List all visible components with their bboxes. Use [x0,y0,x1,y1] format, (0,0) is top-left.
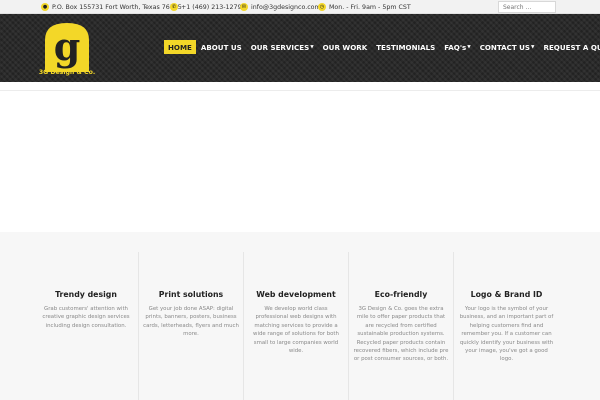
clock-icon: ◷ [318,3,326,11]
logo-letter: g [54,24,81,69]
phone-info[interactable]: ✆ +1 (469) 213-1279 [170,2,242,12]
site-header: g 3G Design & Co. HOME ABOUT US OUR SERV… [0,14,600,82]
service-web-development: Web development We develop world class p… [244,252,349,400]
phone-icon: ✆ [170,3,178,11]
service-logo-brand-id: Logo & Brand ID Your logo is the symbol … [454,252,559,400]
nav-request-a-quote[interactable]: REQUEST A QUOTE [540,40,600,54]
nav-request-a-quote-label: REQUEST A QUOTE [543,42,600,52]
service-title: Eco-friendly [374,290,428,299]
chevron-down-icon: ▼ [531,44,535,50]
services-section: Trendy design Grab customers' attention … [34,252,566,400]
service-text: 3G Design & Co. goes the extra mile to o… [353,306,449,363]
hours-text: Mon. - Fri. 9am - 5pm CST [329,3,411,11]
nav-home-label: HOME [168,42,192,52]
nav-about-us-label: ABOUT US [200,42,242,52]
top-info-bar: ● P.O. Box 155731 Fort Worth, Texas 7615… [0,0,600,14]
service-title: Web development [256,290,336,299]
nav-testimonials-label: TESTIMONIALS [376,42,436,52]
nav-our-services-label: OUR SERVICES [250,42,310,52]
map-marker-icon: ● [41,3,49,11]
service-eco-friendly: Eco-friendly 3G Design & Co. goes the ex… [349,252,454,400]
nav-our-work[interactable]: OUR WORK [319,40,372,54]
phone-text[interactable]: +1 (469) 213-1279 [181,4,242,11]
nav-home[interactable]: HOME [164,40,196,54]
nav-contact-us[interactable]: CONTACT US ▼ [476,40,539,54]
nav-contact-us-label: CONTACT US [479,42,531,52]
search-input[interactable] [498,1,556,13]
address-text: P.O. Box 155731 Fort Worth, Texas 76155 [52,3,182,11]
service-trendy-design: Trendy design Grab customers' attention … [34,252,139,400]
address-info: ● P.O. Box 155731 Fort Worth, Texas 7615… [41,2,182,12]
envelope-icon: ✉ [240,3,248,11]
chevron-down-icon: ▼ [310,44,314,50]
email-text[interactable]: info@3gdesignco.com [251,4,321,11]
service-title: Trendy design [55,290,117,299]
logo-icon[interactable]: g [41,20,93,74]
service-title: Print solutions [158,290,224,299]
nav-our-services[interactable]: OUR SERVICES ▼ [247,40,318,54]
service-print-solutions: Print solutions Get your job done ASAP: … [139,252,244,400]
email-info[interactable]: ✉ info@3gdesignco.com [240,2,321,12]
nav-testimonials[interactable]: TESTIMONIALS [372,40,439,54]
nav-about-us[interactable]: ABOUT US [197,40,246,54]
hours-info: ◷ Mon. - Fri. 9am - 5pm CST [318,2,411,12]
chevron-down-icon: ▼ [467,44,471,50]
service-title: Logo & Brand ID [470,290,543,299]
service-text: Get your job done ASAP: digital prints, … [143,306,239,338]
logo-tagline: 3G Design & Co. [38,69,96,76]
nav-faqs[interactable]: FAQ's ▼ [440,40,474,54]
nav-our-work-label: OUR WORK [322,42,368,52]
service-text: Grab customers' attention with creative … [42,306,130,329]
main-nav: HOME ABOUT US OUR SERVICES ▼ OUR WORK TES… [164,40,600,54]
nav-faqs-label: FAQ's [444,42,467,52]
service-text: We develop world class professional web … [253,306,339,355]
slider-divider [0,90,600,91]
service-text: Your logo is the symbol of your business… [459,306,554,363]
